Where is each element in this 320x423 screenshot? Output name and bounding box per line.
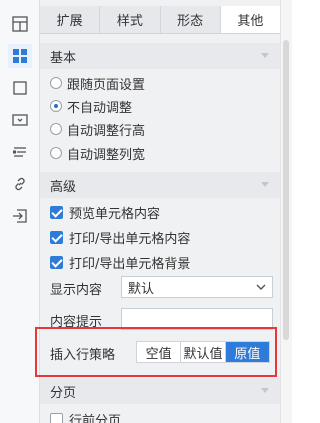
condition-icon[interactable]	[8, 140, 32, 164]
section-paging-header[interactable]: 分页	[40, 378, 280, 404]
check-preview-cell-content[interactable]: 预览单元格内容	[50, 202, 160, 222]
widget-icon[interactable]	[8, 108, 32, 132]
checkbox-label: 行前分页	[69, 413, 122, 423]
tab-form[interactable]: 形态	[160, 6, 221, 33]
tab-style[interactable]: 样式	[100, 6, 161, 33]
radio-button-selected[interactable]	[50, 100, 62, 112]
checkbox[interactable]	[50, 255, 63, 269]
chevron-down-icon	[261, 182, 269, 187]
radio-auto-column-width[interactable]: 自动调整列宽	[50, 143, 145, 163]
option-original-value[interactable]: 原值	[225, 342, 269, 362]
cell-attribute-icon[interactable]	[8, 44, 32, 68]
display-content-value: 默认	[128, 281, 155, 297]
section-paging-title: 分页	[50, 385, 77, 401]
radio-label: 不自动调整	[67, 100, 133, 116]
tab-extend[interactable]: 扩展	[40, 6, 101, 33]
checkbox-label: 预览单元格内容	[69, 206, 161, 222]
hyperlink-icon[interactable]	[8, 172, 32, 196]
import-icon[interactable]	[8, 204, 32, 228]
insert-row-strategy-label: 插入行策略	[50, 348, 116, 363]
check-print-export-background[interactable]: 打印/导出单元格背景	[50, 252, 190, 272]
checkbox[interactable]	[50, 412, 63, 423]
checkbox[interactable]	[50, 230, 63, 244]
checkbox-label: 打印/导出单元格背景	[69, 256, 191, 272]
border-icon[interactable]	[8, 76, 32, 100]
radio-button[interactable]	[50, 147, 62, 159]
section-basic-title: 基本	[50, 50, 77, 66]
radio-button[interactable]	[50, 123, 62, 135]
section-basic-header[interactable]: 基本	[40, 43, 280, 69]
scrollbar-thumb[interactable]	[283, 40, 289, 340]
section-advanced-header[interactable]: 高级	[40, 172, 280, 198]
tab-other[interactable]: 其他	[220, 6, 280, 33]
radio-auto-row-height[interactable]: 自动调整行高	[50, 119, 145, 139]
radio-no-auto-adjust[interactable]: 不自动调整	[50, 96, 132, 116]
icon-rail	[0, 0, 40, 423]
radio-follow-page[interactable]: 跟随页面设置	[50, 73, 145, 93]
cell-layout-icon[interactable]	[8, 12, 32, 36]
radio-label: 自动调整行高	[67, 123, 146, 139]
checkbox[interactable]	[50, 205, 63, 219]
display-content-select[interactable]: 默认	[121, 276, 273, 298]
radio-label: 自动调整列宽	[67, 147, 146, 163]
chevron-down-icon	[261, 53, 269, 58]
chevron-down-icon	[256, 284, 266, 290]
radio-button[interactable]	[50, 77, 62, 89]
insert-row-strategy-toggle: 空值 默认值 原值	[136, 341, 270, 363]
option-default-value[interactable]: 默认值	[181, 342, 226, 362]
check-page-break-before-row[interactable]: 行前分页	[50, 409, 121, 423]
panel-tabs: 扩展 样式 形态 其他	[40, 6, 280, 34]
chevron-down-icon	[261, 388, 269, 393]
section-advanced-title: 高级	[50, 179, 77, 195]
radio-label: 跟随页面设置	[67, 77, 146, 93]
checkbox-label: 打印/导出单元格内容	[69, 231, 191, 247]
check-print-export-content[interactable]: 打印/导出单元格内容	[50, 227, 190, 247]
option-empty-value[interactable]: 空值	[137, 342, 182, 362]
display-content-label: 显示内容	[50, 283, 103, 298]
